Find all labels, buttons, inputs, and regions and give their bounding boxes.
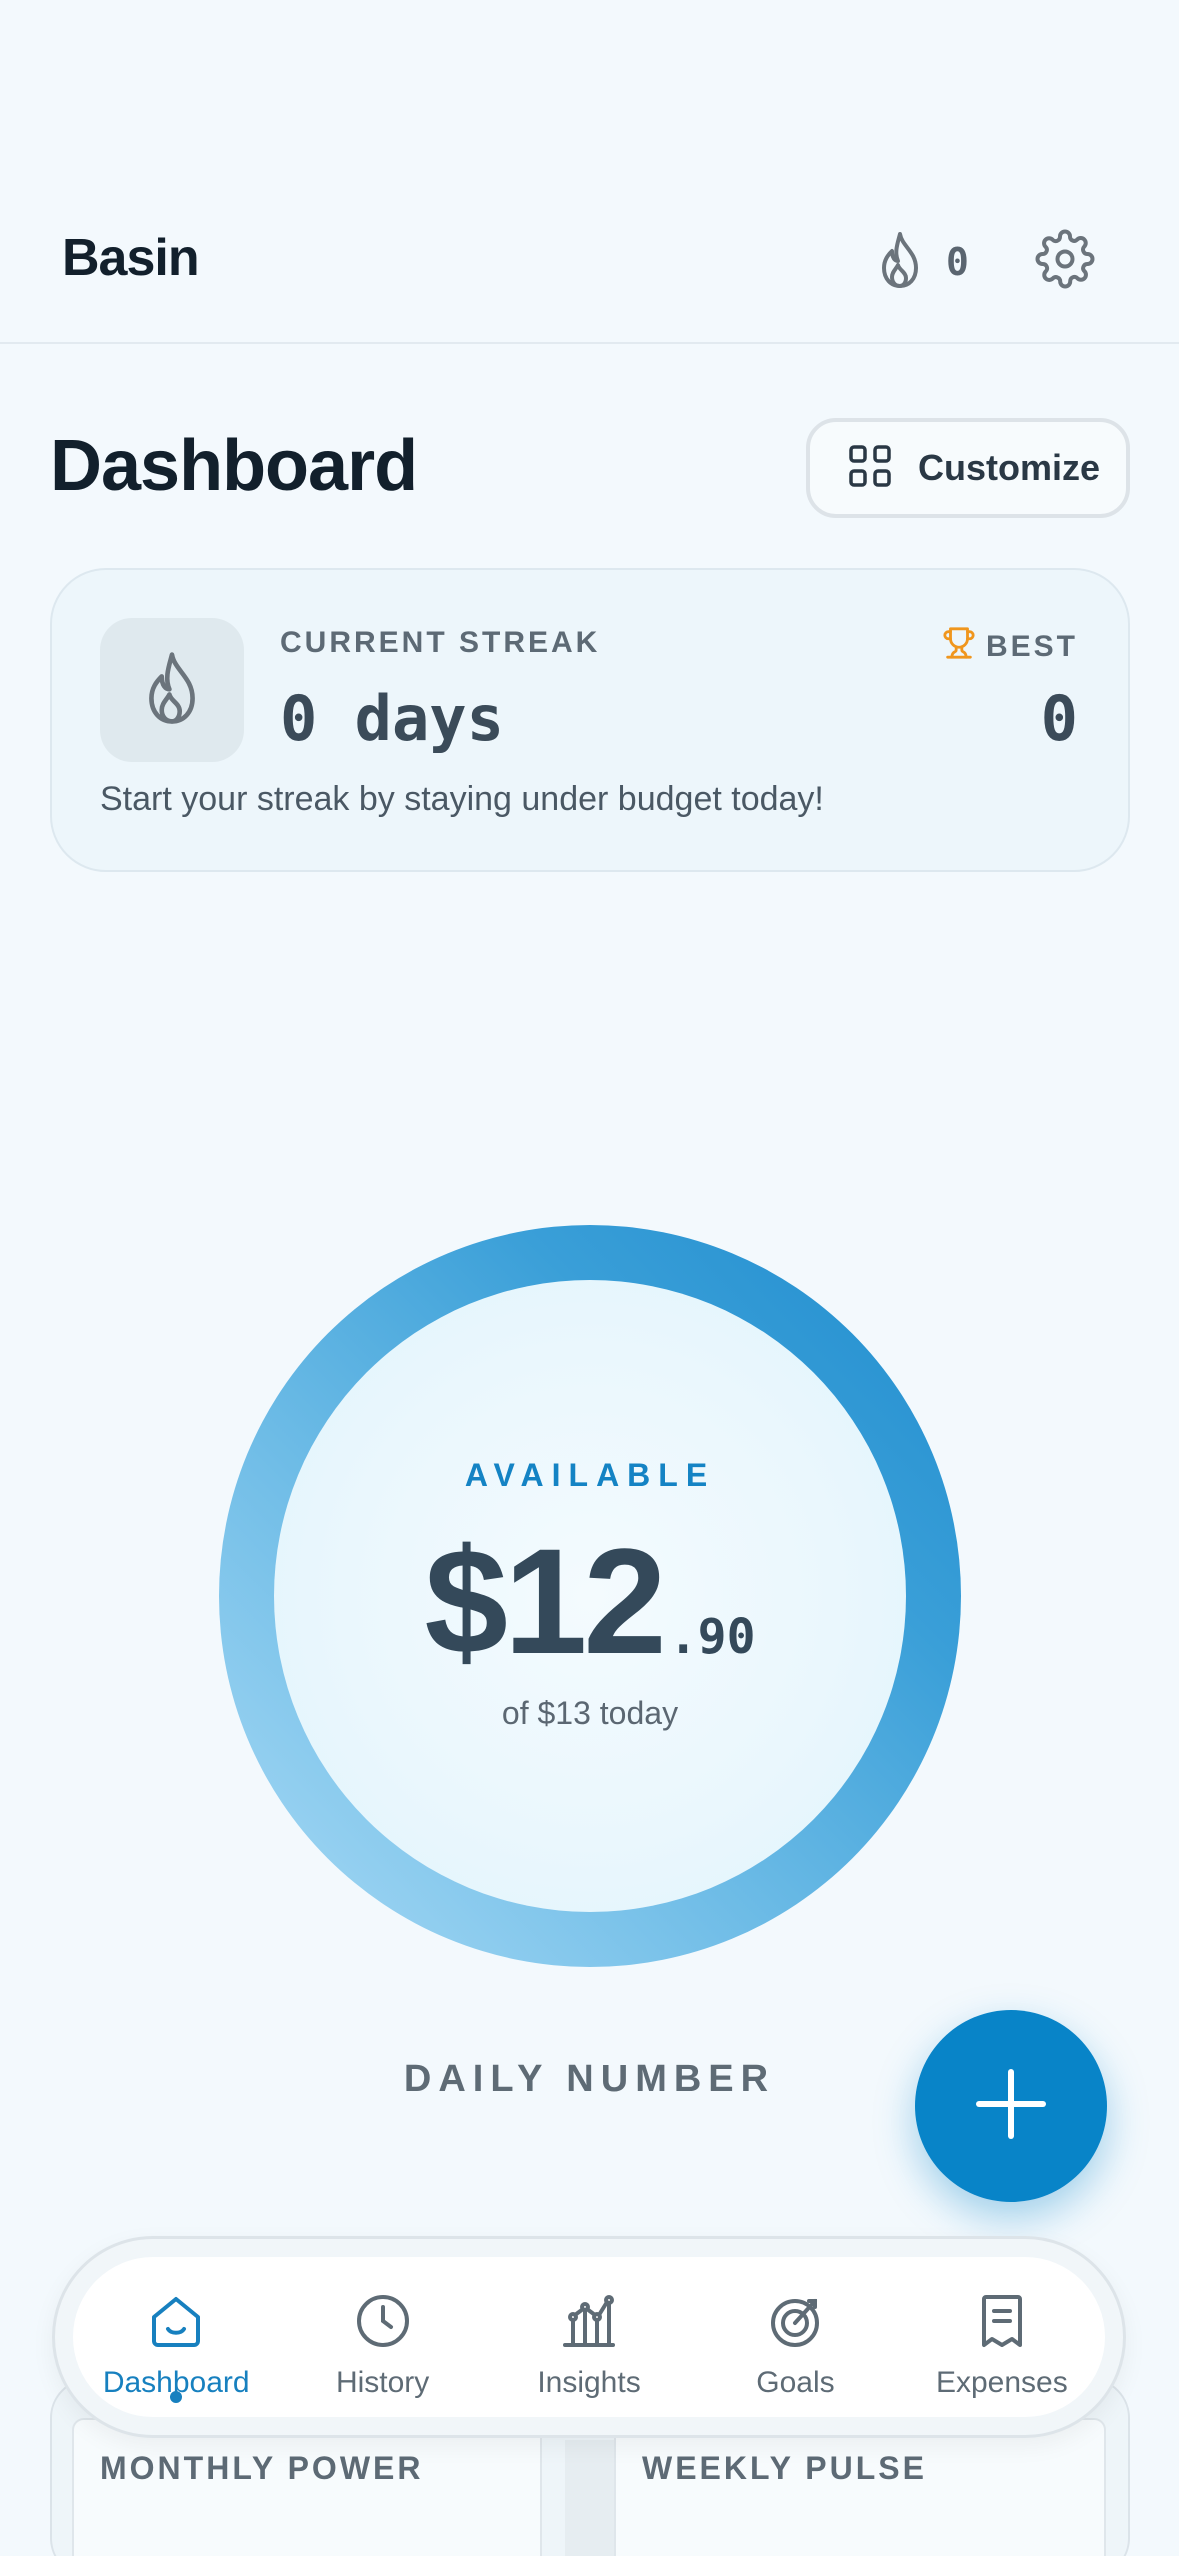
budget-of-total: of $13 today (501, 1695, 679, 1731)
monthly-power-title: MONTHLY POWER (100, 2450, 424, 2486)
available-label: AVAILABLE (464, 1457, 716, 1493)
app-brand: Basin (62, 229, 200, 287)
trophy-icon (942, 626, 976, 668)
app-header: Basin 0 (0, 200, 1179, 344)
nav-item-insights[interactable]: Insights (486, 2257, 692, 2417)
streak-hint: Start your streak by staying under budge… (100, 780, 824, 818)
nav-item-history[interactable]: History (279, 2257, 485, 2417)
home-icon (146, 2291, 206, 2356)
card-divider (565, 2440, 615, 2556)
nav-label-insights: Insights (537, 2366, 641, 2399)
flame-icon (872, 230, 928, 295)
available-amount: $12.90 (219, 1515, 961, 1688)
active-indicator (170, 2391, 183, 2403)
best-streak-label: BEST (985, 630, 1078, 663)
chart-icon (559, 2291, 619, 2356)
amount-major: $12 (424, 1517, 667, 1685)
streak-chip[interactable]: 0 (872, 230, 969, 294)
target-icon (765, 2291, 825, 2356)
best-streak-value: 0 (1040, 682, 1078, 755)
best-streak-label-row: BEST (942, 626, 1078, 668)
page-title: Dashboard (50, 426, 418, 506)
plus-icon (973, 2066, 1049, 2147)
weekly-pulse-title: WEEKLY PULSE (642, 2450, 927, 2486)
add-expense-button[interactable] (915, 2010, 1107, 2202)
daily-budget-ring[interactable]: AVAILABLE $12.90 of $13 today (219, 1225, 961, 1967)
weekly-pulse-card[interactable]: WEEKLY PULSE (614, 2418, 1106, 2556)
gear-icon (1035, 229, 1095, 294)
nav-item-goals[interactable]: Goals (692, 2257, 898, 2417)
current-streak-label: CURRENT STREAK (280, 626, 601, 659)
current-streak-value: 0 days (280, 682, 504, 755)
bottom-nav: Dashboard History Insights Goals Expense… (52, 2236, 1126, 2438)
nav-label-expenses: Expenses (935, 2366, 1068, 2399)
streak-count: 0 (946, 240, 969, 284)
nav-item-expenses[interactable]: Expenses (899, 2257, 1105, 2417)
clock-icon (353, 2291, 413, 2356)
streak-icon-tile (100, 618, 244, 762)
customize-label: Customize (918, 447, 1101, 488)
settings-button[interactable] (1032, 228, 1098, 294)
customize-button[interactable]: Customize (806, 418, 1130, 518)
receipt-icon (972, 2291, 1032, 2356)
nav-label-goals: Goals (756, 2366, 835, 2399)
flame-icon (136, 648, 208, 733)
grid-icon (848, 444, 892, 493)
nav-label-history: History (335, 2366, 430, 2399)
amount-minor: .90 (668, 1609, 756, 1665)
streak-card: CURRENT STREAK 0 days BEST 0 Start your … (50, 568, 1130, 872)
monthly-power-card[interactable]: MONTHLY POWER (72, 2418, 542, 2556)
nav-item-dashboard[interactable]: Dashboard (73, 2257, 279, 2417)
